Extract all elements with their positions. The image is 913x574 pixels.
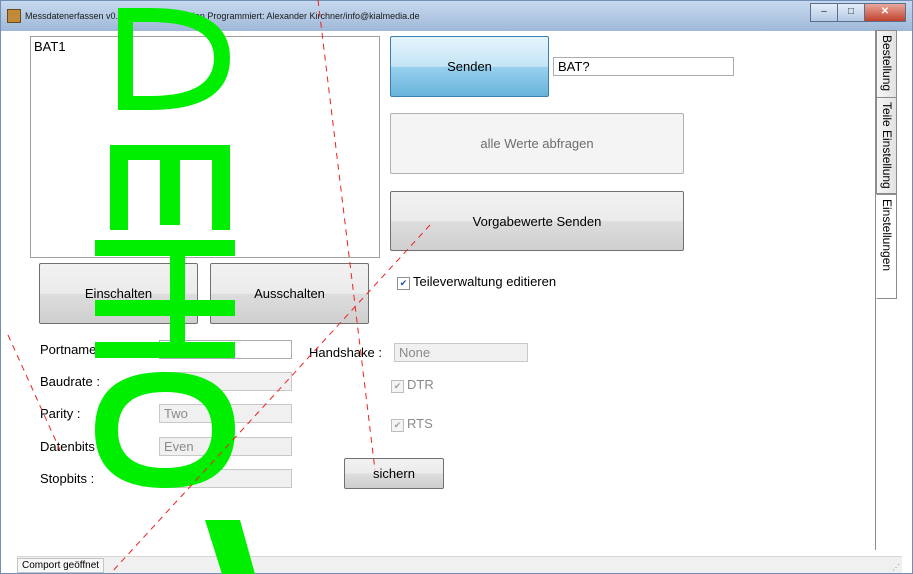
tab-teile-einstellung[interactable]: Teile Einstellung [876,97,897,194]
resize-grip-icon[interactable]: ⋰ [892,563,900,572]
title-bar[interactable]: Messdatenerfassen v0.34 status: Testvers… [1,1,912,31]
baudrate-label: Baudrate : [40,374,100,389]
app-icon [7,9,21,23]
dtr-label: DTR [407,377,434,392]
save-button[interactable]: sichern [344,458,444,489]
minimize-button[interactable]: – [810,3,838,22]
console-output[interactable]: BAT1 [30,36,380,258]
handshake-label: Handshake : [309,345,382,360]
edit-parts-label: Teileverwaltung editieren [413,274,557,289]
rts-label: RTS [407,416,433,431]
tab-strip: Bestellung Teile Einstellung Einstellung… [876,30,898,550]
command-input[interactable]: BAT? [553,57,734,76]
stopbits-input[interactable]: 7 [159,469,292,488]
portname-label: Portname : [40,342,104,357]
databits-input[interactable]: Even [159,437,292,456]
send-button[interactable]: Senden [390,36,549,97]
rts-checkbox[interactable]: ✔ [391,419,404,432]
portname-input[interactable]: COM4 [159,340,292,359]
dtr-checkbox[interactable]: ✔ [391,380,404,393]
parity-input[interactable]: Two [159,404,292,423]
baudrate-input[interactable]: 4800 [159,372,292,391]
query-all-button[interactable]: alle Werte abfragen [390,113,684,174]
tab-einstellungen[interactable]: Einstellungen [876,194,897,299]
power-off-button[interactable]: Ausschalten [210,263,369,324]
stopbits-label: Stopbits : [40,471,95,486]
window-title: Messdatenerfassen v0.34 status: Testvers… [25,11,420,21]
handshake-input[interactable]: None [394,343,528,362]
maximize-button[interactable]: □ [837,3,865,22]
tab-bestellung[interactable]: Bestellung [876,30,897,98]
edit-parts-checkbox[interactable]: ✔ [397,277,410,290]
parity-label: Parity : [40,406,81,421]
power-on-button[interactable]: Einschalten [39,263,198,324]
close-button[interactable]: ✕ [864,3,906,22]
status-bar: Comport geöffnet ⋰ [17,556,902,573]
send-defaults-button[interactable]: Vorgabewerte Senden [390,191,684,251]
databits-label: Datenbits : [40,439,103,454]
status-text: Comport geöffnet [17,558,105,573]
